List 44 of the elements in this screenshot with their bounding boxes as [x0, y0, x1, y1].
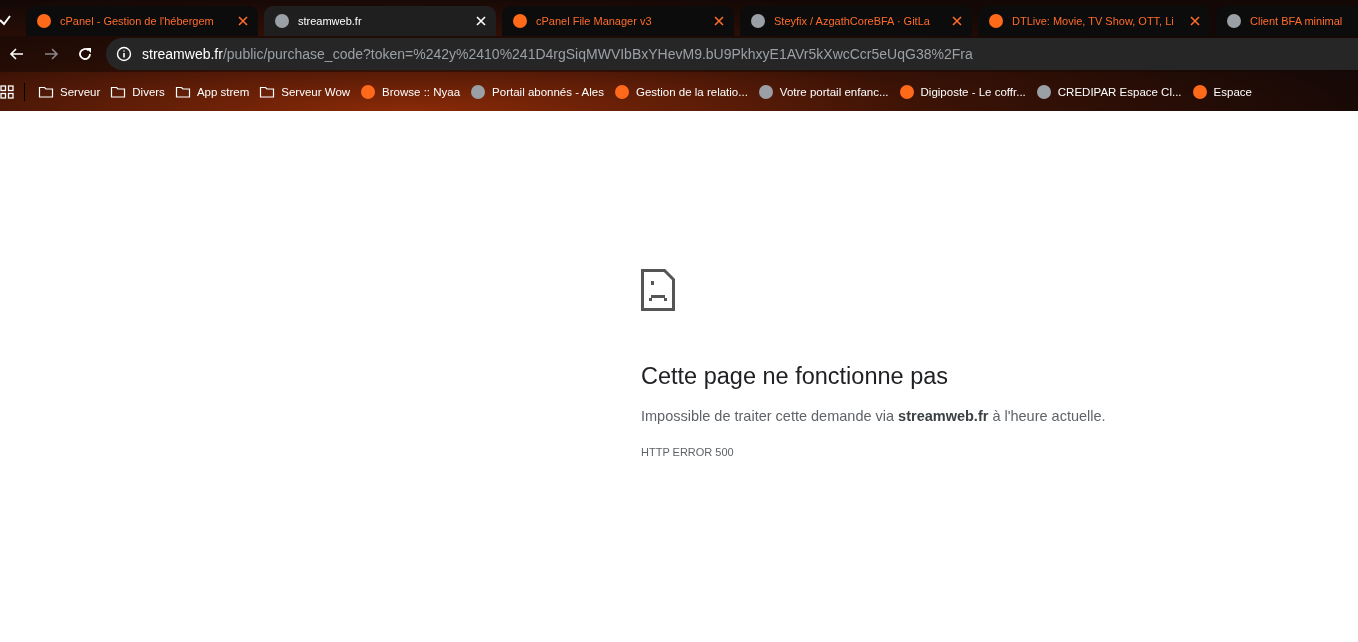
error-code: HTTP ERROR 500 — [641, 446, 735, 458]
site-favicon-icon — [1226, 13, 1242, 29]
site-favicon-icon — [613, 83, 630, 100]
site-favicon-icon — [36, 13, 52, 29]
site-favicon-icon — [1191, 83, 1208, 100]
close-icon[interactable] — [714, 16, 724, 26]
close-icon[interactable] — [952, 16, 962, 26]
browser-tab[interactable]: streamweb.fr — [264, 6, 496, 36]
forward-arrow-icon[interactable] — [43, 46, 59, 62]
address-field[interactable]: streamweb.fr/public/purchase_code?token=%242y%2410%241D4rgSiqMWVIbBxYHevM9.bU9PkhxyE1AVr5kXwcCcr5eUqG38%2Fra — [106, 38, 1358, 70]
site-favicon-icon — [1035, 83, 1052, 100]
browser-tab[interactable]: Client BFA minimal — [1216, 6, 1358, 36]
back-arrow-icon[interactable] — [9, 46, 25, 62]
site-favicon-icon — [898, 83, 915, 100]
bookmark-link[interactable]: CREDIPAR Espace Cl... — [1030, 79, 1187, 104]
site-favicon-icon — [750, 13, 766, 29]
error-heading: Cette page ne fonctionne pas — [641, 363, 950, 390]
browser-tab[interactable]: cPanel - Gestion de l'hébergem — [26, 6, 258, 36]
bookmark-folder[interactable]: Serveur Wow — [254, 79, 356, 104]
bookmark-folder[interactable]: Divers — [105, 79, 170, 104]
site-favicon-icon — [757, 83, 774, 100]
close-icon[interactable] — [1190, 16, 1200, 26]
bookmark-folder[interactable]: Serveur — [33, 79, 106, 104]
bookmark-link[interactable]: Espace — [1186, 79, 1257, 104]
apps-grid-icon[interactable] — [0, 84, 14, 99]
browser-tab[interactable]: Steyfix / AzgathCoreBFA · GitLa — [740, 6, 972, 36]
close-icon[interactable] — [238, 16, 248, 26]
error-message: Impossible de traiter cette demande via streamweb.fr à l'heure actuelle. — [641, 408, 1107, 424]
info-icon[interactable] — [116, 46, 132, 62]
reload-icon[interactable] — [77, 46, 93, 62]
sad-page-icon — [641, 269, 675, 311]
browser-tab[interactable]: DTLive: Movie, TV Show, OTT, Li — [978, 6, 1210, 36]
site-favicon-icon — [512, 13, 528, 29]
bookmark-link[interactable]: Gestion de la relatio... — [608, 79, 753, 104]
site-favicon-icon — [470, 83, 487, 100]
bookmark-folder[interactable]: App strem — [169, 79, 255, 104]
bookmark-link[interactable]: Votre portail enfanc... — [752, 79, 894, 104]
browser-tab[interactable]: cPanel File Manager v3 — [502, 6, 734, 36]
bookmark-link[interactable]: Portail abonnés - Ales — [465, 79, 609, 104]
site-favicon-icon — [360, 83, 377, 100]
site-favicon-icon — [988, 13, 1004, 29]
bookmark-link[interactable]: Browse :: Nyaa — [355, 79, 466, 104]
bookmark-link[interactable]: Digiposte - Le coffr... — [893, 79, 1031, 104]
site-favicon-icon — [274, 13, 290, 29]
